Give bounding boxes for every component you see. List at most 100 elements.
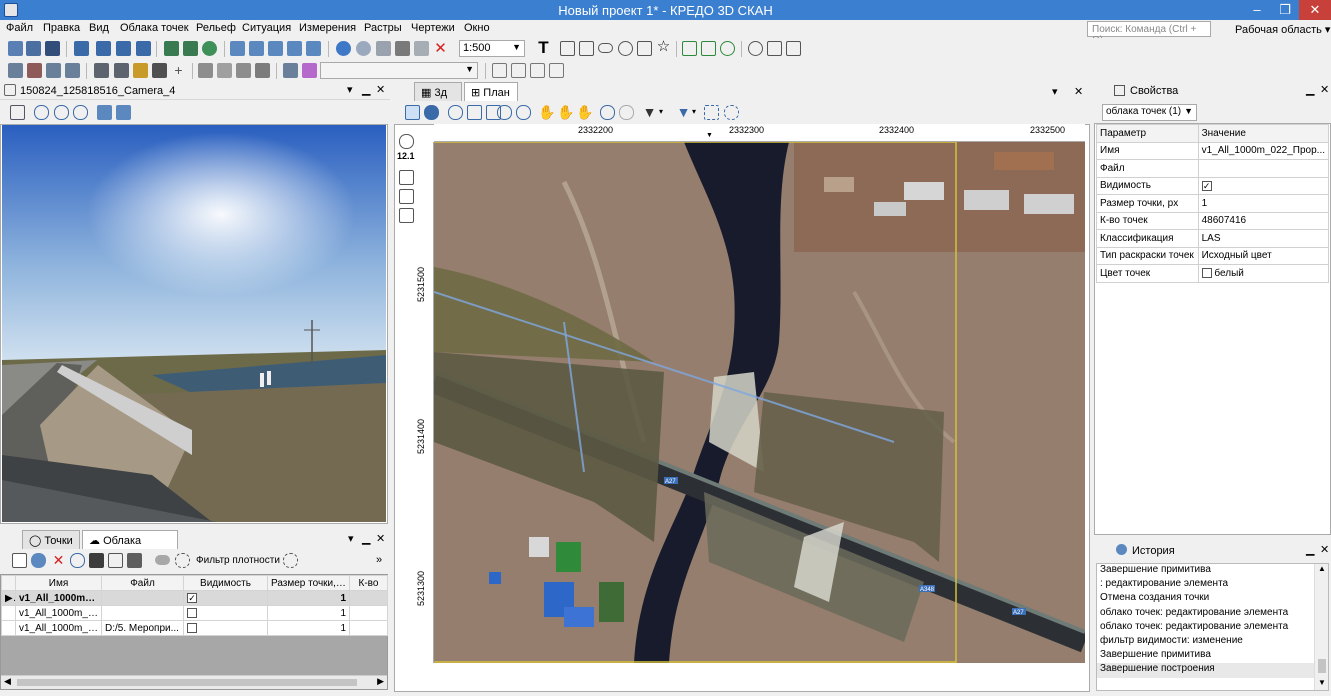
zoom-in-icon[interactable]: [54, 105, 69, 120]
open-icon[interactable]: [26, 41, 41, 56]
menu-situation[interactable]: Ситуация: [242, 22, 291, 34]
filter-dropdown-icon[interactable]: ▾: [659, 107, 663, 116]
history-pin-icon[interactable]: ▁: [1306, 543, 1314, 556]
property-value[interactable]: Исходный цвет: [1197, 246, 1330, 265]
visibility-property-checkbox[interactable]: ✓: [1201, 180, 1212, 191]
menu-window[interactable]: Окно: [464, 22, 490, 34]
select-frame-icon[interactable]: [704, 105, 719, 120]
menu-measurements[interactable]: Измерения: [299, 22, 356, 34]
bottom-panel-close-icon[interactable]: ✕: [376, 532, 385, 545]
export-icon[interactable]: [230, 41, 245, 56]
classify-icon[interactable]: [283, 63, 298, 78]
tab-3d[interactable]: ▦ 3д: [414, 82, 462, 101]
plan-map-view[interactable]: A27 A348 A27: [434, 142, 1085, 663]
visibility-checkbox[interactable]: [187, 607, 197, 618]
scroll-right-icon[interactable]: ▶: [377, 676, 384, 687]
menu-edit[interactable]: Правка: [43, 22, 80, 34]
cloud-filter-icon[interactable]: [155, 555, 170, 565]
export-dxf-icon[interactable]: [249, 41, 264, 56]
undo-icon[interactable]: [336, 41, 351, 56]
delete-icon[interactable]: ✕: [433, 41, 448, 56]
ellipse-tool-icon[interactable]: [598, 43, 613, 53]
circle-tool-icon[interactable]: [618, 41, 633, 56]
list-item[interactable]: фильтр видимости: изменение: [1097, 635, 1328, 649]
tab-points[interactable]: ◯ Точки: [22, 530, 80, 549]
zoom-out-icon[interactable]: [73, 105, 88, 120]
property-row[interactable]: Классификация LAS: [1096, 229, 1330, 248]
copy-icon[interactable]: [376, 41, 391, 56]
color-swatch[interactable]: [1201, 268, 1212, 279]
list-item[interactable]: Отмена создания точки: [1097, 592, 1328, 606]
table-row[interactable]: ▶ v1_All_1000m_... ✓ 1: [1, 590, 388, 606]
export-mif-icon[interactable]: [268, 41, 283, 56]
menu-drawings[interactable]: Чертежи: [411, 22, 455, 34]
refresh-icon[interactable]: [31, 553, 46, 568]
measure-tool-icon[interactable]: [399, 170, 414, 185]
zoom-extent-icon[interactable]: [34, 105, 49, 120]
pan-hand-3-icon[interactable]: ✋: [576, 104, 593, 120]
layers-icon[interactable]: [133, 63, 148, 78]
history-scroll-thumb[interactable]: [1318, 659, 1326, 673]
section-icon[interactable]: [114, 63, 129, 78]
panel-pin-icon[interactable]: ▁: [362, 83, 370, 96]
zoom-out-view-icon[interactable]: [516, 105, 531, 120]
import-cloud-icon[interactable]: [136, 41, 151, 56]
history-scrollbar[interactable]: ▲ ▼: [1314, 564, 1328, 690]
rotate-element-icon[interactable]: [720, 41, 735, 56]
color-icon[interactable]: [302, 63, 317, 78]
measure-zoom-2-icon[interactable]: [619, 105, 634, 120]
import-xyz-icon[interactable]: [74, 41, 89, 56]
list-item[interactable]: Завершение построения: [1097, 663, 1328, 678]
menu-file[interactable]: Файл: [6, 22, 33, 34]
edit-vertex-icon[interactable]: [682, 41, 697, 56]
view-close-icon[interactable]: ✕: [1074, 85, 1083, 98]
import-las-icon[interactable]: [96, 41, 111, 56]
redraw-icon[interactable]: [424, 105, 439, 120]
list-item[interactable]: облако точек: редактирование элемента: [1097, 621, 1328, 635]
select-lasso-icon[interactable]: [724, 105, 739, 120]
polyline-tool-icon[interactable]: [579, 41, 594, 56]
property-row[interactable]: Размер точки, px 1: [1096, 194, 1330, 213]
move-element-icon[interactable]: [701, 41, 716, 56]
col-name[interactable]: Имя: [15, 575, 102, 591]
property-value[interactable]: 1: [1197, 194, 1330, 213]
measure-zoom-icon[interactable]: [600, 105, 615, 120]
table-horizontal-scrollbar[interactable]: ◀ ▶: [1, 675, 387, 689]
menu-relief[interactable]: Рельеф: [196, 22, 236, 34]
globe-icon[interactable]: [202, 41, 217, 56]
tools-icon[interactable]: [127, 553, 142, 568]
menu-rasters[interactable]: Растры: [364, 22, 402, 34]
scroll-left-icon[interactable]: ◀: [4, 676, 11, 687]
visibility-checkbox[interactable]: ✓: [187, 592, 197, 603]
new-project-icon[interactable]: [8, 41, 23, 56]
filter-selection-icon[interactable]: ▼: [676, 104, 691, 120]
toolbar-overflow-icon[interactable]: »: [376, 554, 382, 566]
polygon-star-icon[interactable]: ☆: [656, 39, 671, 55]
tab-point-clouds[interactable]: ☁ Облака точек: [82, 530, 178, 559]
new-cloud-icon[interactable]: [12, 553, 27, 568]
binoculars-icon[interactable]: [89, 553, 104, 568]
filter-icon[interactable]: ▼: [642, 104, 657, 120]
bottom-panel-pin-icon[interactable]: ▁: [362, 532, 370, 545]
pan-hand-icon[interactable]: ✋: [538, 104, 555, 120]
table-icon[interactable]: [108, 553, 123, 568]
list-item[interactable]: : редактирование элемента: [1097, 578, 1328, 592]
filter-selection-dropdown-icon[interactable]: ▾: [692, 107, 696, 116]
tab-plan[interactable]: ⊞ План: [464, 82, 518, 101]
import-raster-icon[interactable]: [183, 41, 198, 56]
add-point-icon[interactable]: +: [171, 63, 186, 78]
property-value[interactable]: v1_All_1000m_022_Прор...: [1197, 141, 1330, 160]
export-txt-icon[interactable]: [306, 41, 321, 56]
import-kml-icon[interactable]: [164, 41, 179, 56]
image-list-icon[interactable]: [10, 105, 25, 120]
camera-export-icon[interactable]: [97, 105, 112, 120]
restore-button[interactable]: ❐: [1271, 0, 1299, 20]
col-file[interactable]: Файл: [101, 575, 184, 591]
remove-cloud-icon[interactable]: ✕: [51, 552, 66, 568]
paste-icon[interactable]: [414, 41, 429, 56]
north-arrow-icon[interactable]: [399, 134, 414, 149]
command-search-input[interactable]: Поиск: Команда (Ctrl + Q): [1087, 21, 1211, 46]
property-row[interactable]: Имя v1_All_1000m_022_Прор...: [1096, 141, 1330, 160]
property-row[interactable]: Тип раскраски точек Исходный цвет: [1096, 246, 1330, 265]
property-row[interactable]: Видимость ✓: [1096, 176, 1330, 195]
